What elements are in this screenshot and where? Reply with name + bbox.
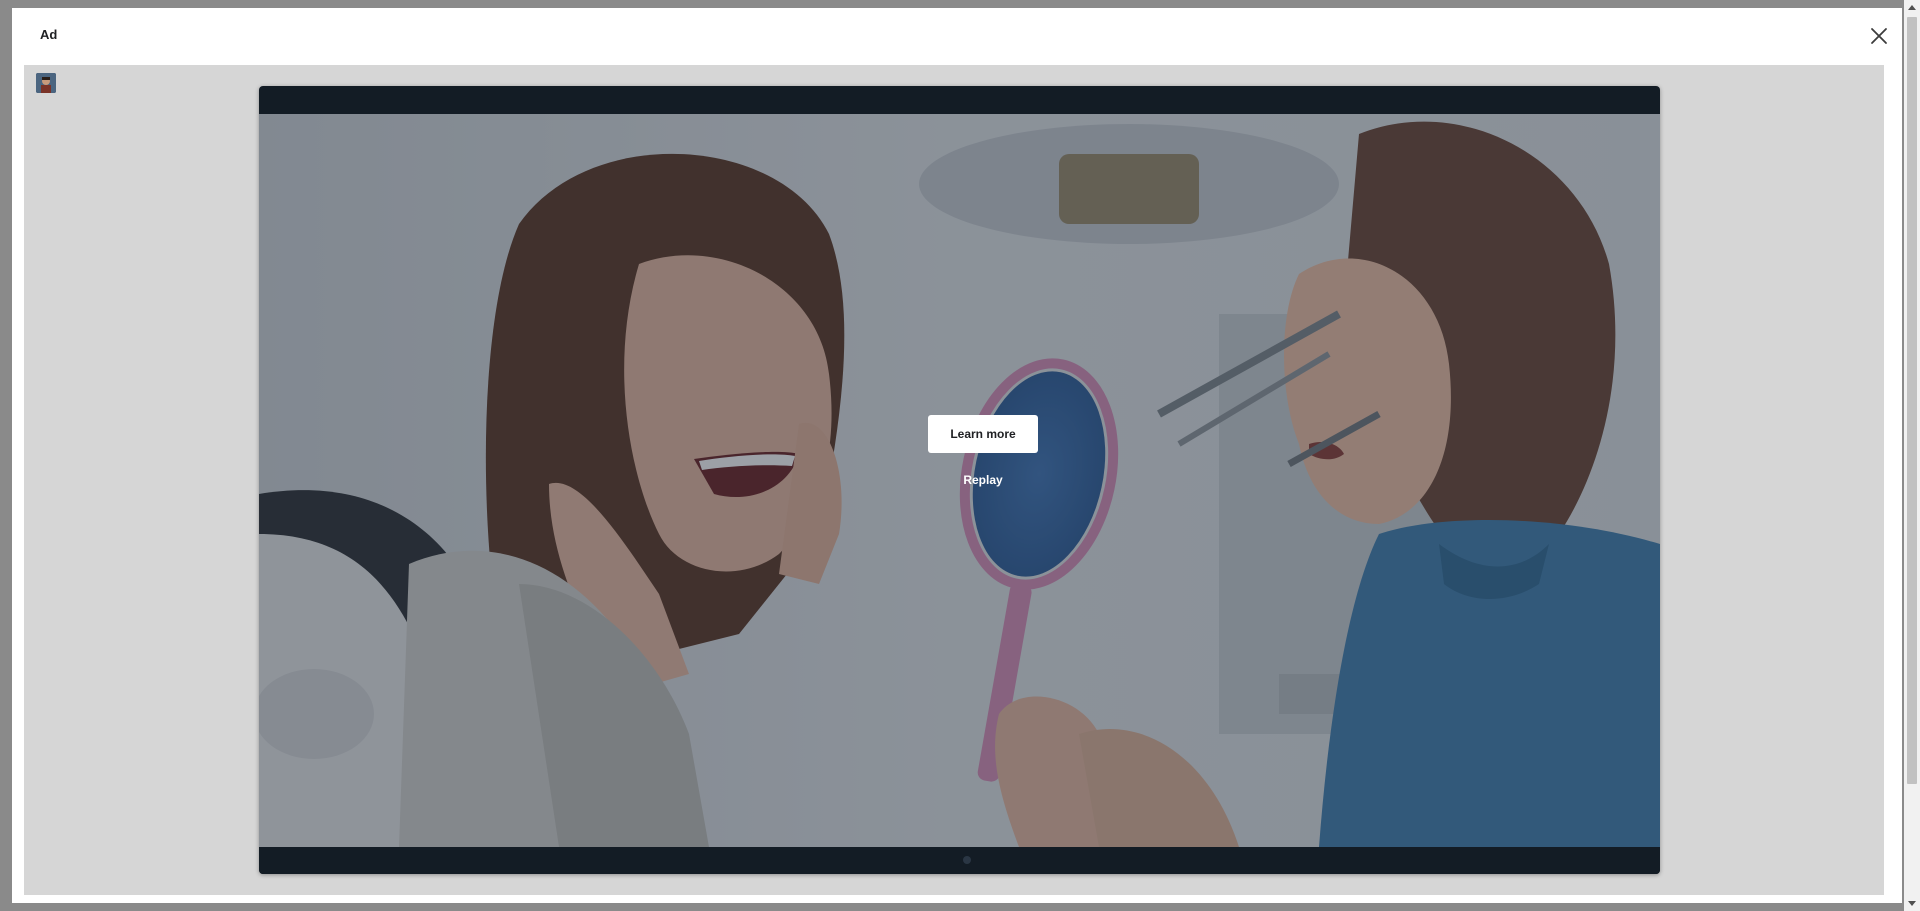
learn-more-button[interactable]: Learn more [928,415,1038,453]
player-bottom-bar [259,847,1660,874]
close-icon [1871,28,1887,44]
close-button[interactable] [1866,23,1892,49]
modal-title: Ad [40,27,58,42]
scroll-down-icon[interactable] [1908,901,1916,906]
modal-header: Ad [12,8,1902,65]
page-scrollbar[interactable] [1904,0,1920,911]
scroll-up-icon[interactable] [1908,5,1916,10]
ad-modal: Ad Learn more Replay [12,8,1902,903]
progress-dot [962,856,971,864]
video-player: Learn more Replay [259,86,1660,874]
replay-button[interactable]: Replay [933,470,1033,490]
scroll-thumb[interactable] [1907,17,1917,784]
advertiser-avatar [36,73,56,93]
ad-content-area: Learn more Replay [24,65,1884,895]
